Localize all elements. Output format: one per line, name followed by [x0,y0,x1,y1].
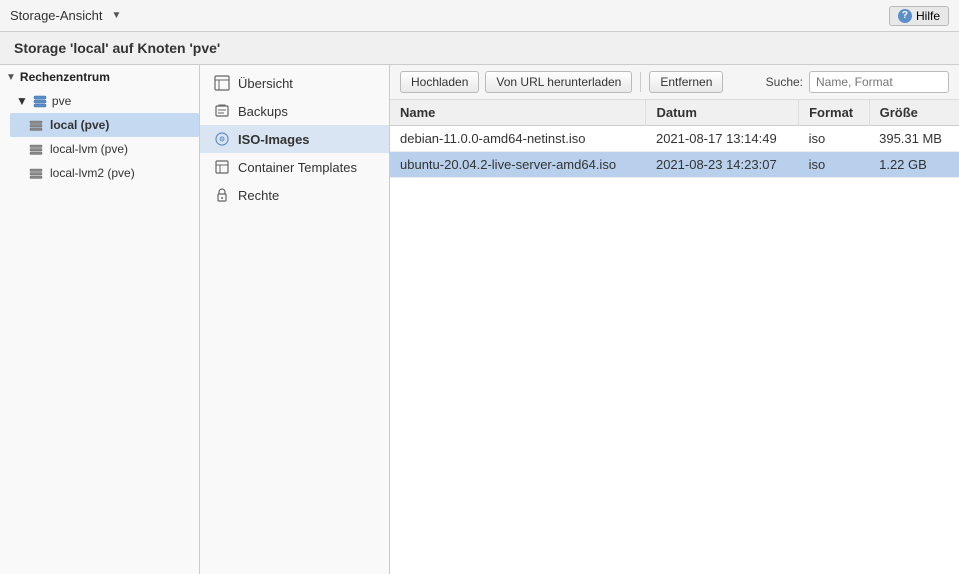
sidebar-subgroup-header[interactable]: ▼ pve [10,89,199,113]
toolbar-separator [640,72,641,92]
rechte-icon [214,187,230,203]
content-area: Hochladen Von URL herunterladen Entferne… [390,65,959,574]
storage-view-dropdown[interactable]: ▼ [109,8,125,24]
main-layout: ▼ Rechenzentrum ▼ pve [0,65,959,574]
help-button[interactable]: ? Hilfe [889,6,949,26]
nav-item-rechte[interactable]: Rechte [200,181,389,209]
cell-grosse: 1.22 GB [869,152,959,178]
sidebar-subgroup-label: pve [52,94,71,108]
nav-panel: Übersicht Backups [200,65,390,574]
col-format[interactable]: Format [799,100,870,126]
sidebar-item-local-lvm-pve[interactable]: local-lvm (pve) [10,137,199,161]
iso-table: Name Datum Format Größe debian-11.0.0-am… [390,100,959,178]
search-label: Suche: [766,75,803,89]
sidebar-group-header[interactable]: ▼ Rechenzentrum [0,65,199,89]
cell-name: ubuntu-20.04.2-live-server-amd64.iso [390,152,646,178]
table-header-row: Name Datum Format Größe [390,100,959,126]
sidebar-group-rechenzentrum: ▼ Rechenzentrum ▼ pve [0,65,199,185]
sidebar-item-local-lvm2-pve[interactable]: local-lvm2 (pve) [10,161,199,185]
help-label: Hilfe [916,9,940,23]
cell-format: iso [799,152,870,178]
ubersicht-icon [214,75,230,91]
group-toggle-icon: ▼ [6,72,16,83]
sidebar-item-label-local-lvm: local-lvm (pve) [50,142,128,156]
nav-item-container-templates[interactable]: Container Templates [200,153,389,181]
col-name[interactable]: Name [390,100,646,126]
page-title: Storage 'local' auf Knoten 'pve' [0,32,959,65]
sidebar-item-label-local: local (pve) [50,118,109,132]
nav-label-iso-images: ISO-Images [238,132,310,147]
storage-icon-local [28,117,44,133]
sidebar-subgroup-pve: ▼ pve [0,89,199,185]
backups-icon [214,103,230,119]
pve-icon [32,93,48,109]
cell-datum: 2021-08-23 14:23:07 [646,152,799,178]
col-datum[interactable]: Datum [646,100,799,126]
upload-button[interactable]: Hochladen [400,71,479,93]
container-templates-icon [214,159,230,175]
nav-item-ubersicht[interactable]: Übersicht [200,69,389,97]
cell-format: iso [799,126,870,152]
top-bar-left: Storage-Ansicht ▼ [10,8,125,24]
table-row[interactable]: ubuntu-20.04.2-live-server-amd64.iso2021… [390,152,959,178]
sidebar-item-local-pve[interactable]: local (pve) [10,113,199,137]
help-icon: ? [898,9,912,23]
cell-datum: 2021-08-17 13:14:49 [646,126,799,152]
sidebar: ▼ Rechenzentrum ▼ pve [0,65,200,574]
iso-images-icon [214,131,230,147]
nav-label-rechte: Rechte [238,188,279,203]
nav-label-container-templates: Container Templates [238,160,357,175]
top-bar: Storage-Ansicht ▼ ? Hilfe [0,0,959,32]
download-url-button[interactable]: Von URL herunterladen [485,71,632,93]
storage-view-label: Storage-Ansicht [10,8,103,23]
table-row[interactable]: debian-11.0.0-amd64-netinst.iso2021-08-1… [390,126,959,152]
storage-icon-local-lvm [28,141,44,157]
search-input[interactable] [809,71,949,93]
toolbar: Hochladen Von URL herunterladen Entferne… [390,65,959,100]
col-grosse[interactable]: Größe [869,100,959,126]
cell-name: debian-11.0.0-amd64-netinst.iso [390,126,646,152]
remove-button[interactable]: Entfernen [649,71,723,93]
nav-label-backups: Backups [238,104,288,119]
table-wrapper: Name Datum Format Größe debian-11.0.0-am… [390,100,959,574]
storage-icon-local-lvm2 [28,165,44,181]
sidebar-group-label: Rechenzentrum [20,70,110,84]
cell-grosse: 395.31 MB [869,126,959,152]
nav-item-iso-images[interactable]: ISO-Images [200,125,389,153]
nav-label-ubersicht: Übersicht [238,76,293,91]
nav-item-backups[interactable]: Backups [200,97,389,125]
subgroup-toggle-icon: ▼ [16,94,28,108]
sidebar-item-label-local-lvm2: local-lvm2 (pve) [50,166,135,180]
